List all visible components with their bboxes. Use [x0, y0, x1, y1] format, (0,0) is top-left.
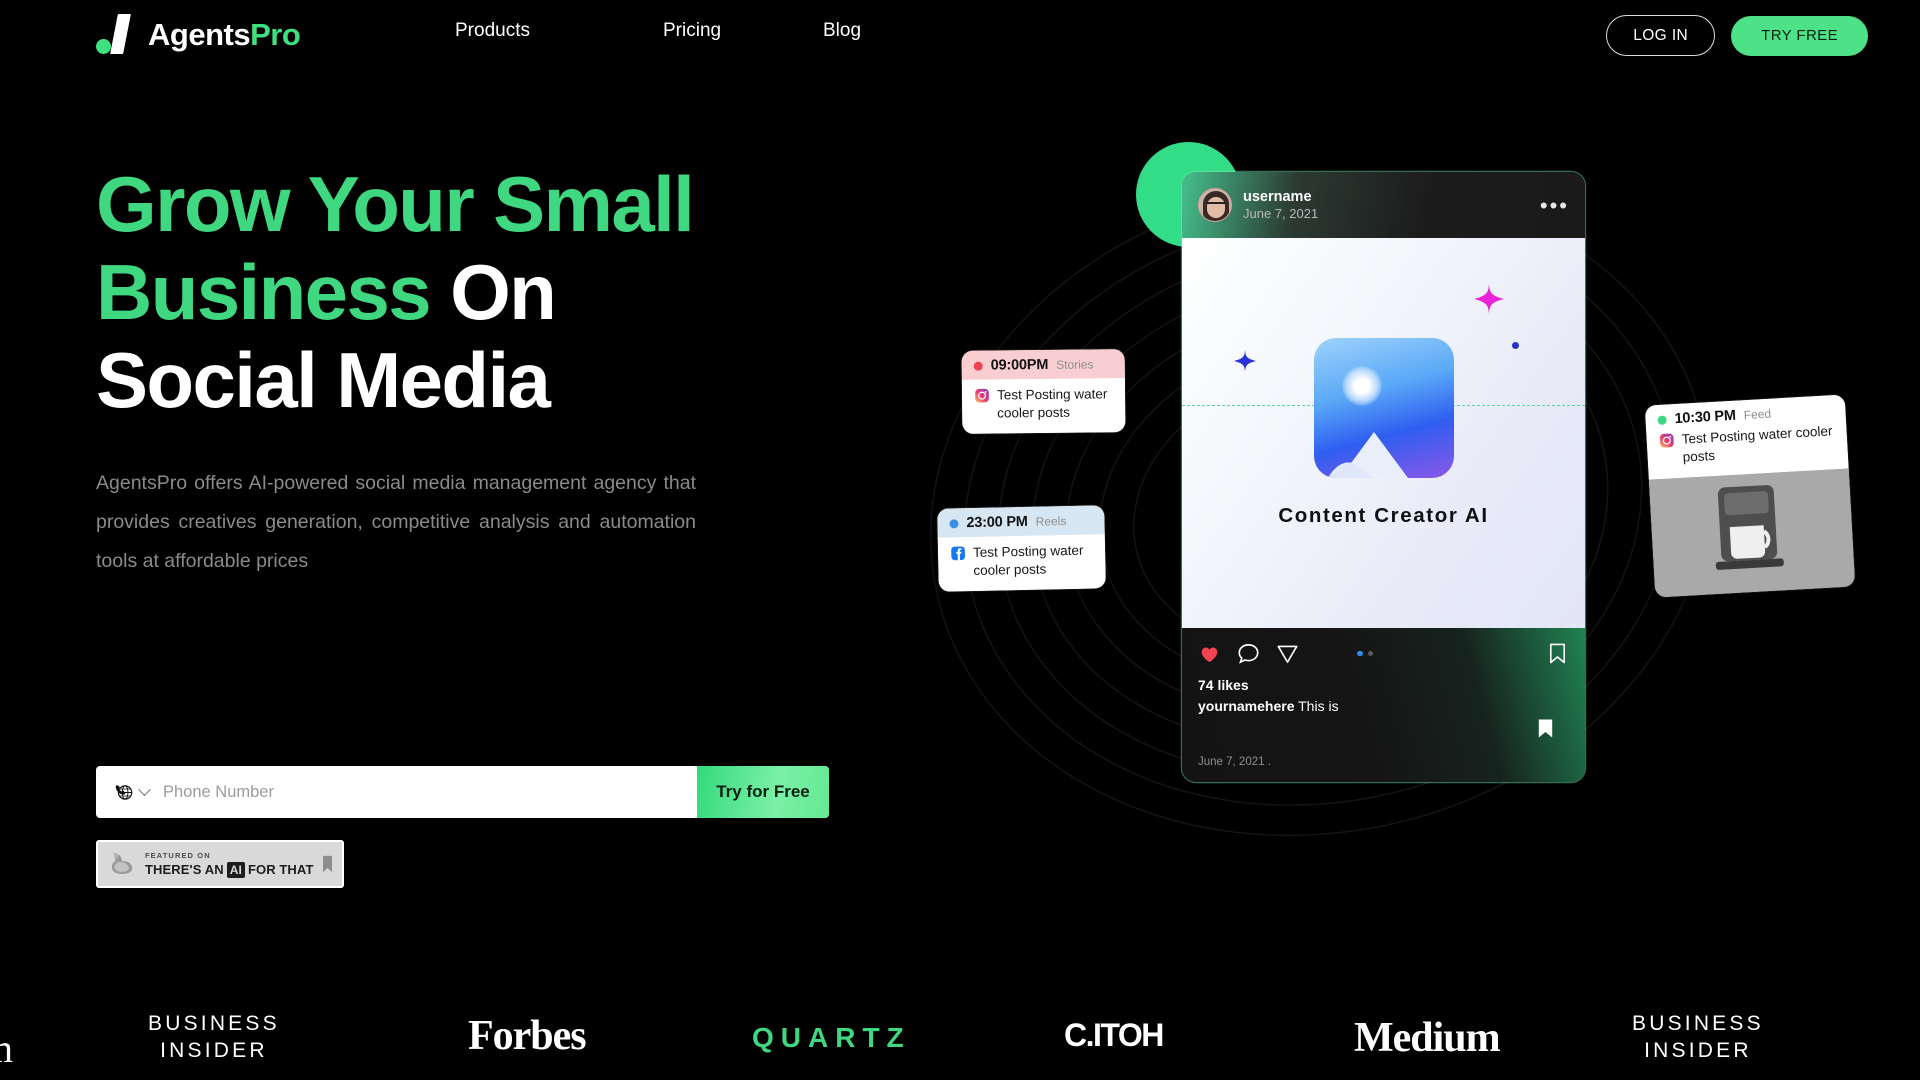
bookmark-filled-icon [1538, 719, 1553, 738]
sparkle-icon-blue [1234, 350, 1256, 372]
hero-illustration: username June 7, 2021 ••• Content Creato… [930, 60, 1920, 890]
post-media: Content Creator AI [1182, 238, 1585, 628]
press-logo-business-insider-2: BUSINESS INSIDER [1632, 1011, 1764, 1064]
brand-name-primary: Agents [148, 16, 251, 52]
schedule-time: 09:00PM [990, 356, 1049, 374]
share-icon[interactable] [1276, 642, 1299, 665]
form-submit-button[interactable]: Try for Free [697, 766, 829, 818]
sparkle-icon-magenta [1474, 284, 1504, 314]
schedule-card-body: Test Posting water cooler posts [937, 534, 1106, 592]
hero-subheading: AgentsPro offers AI-powered social media… [96, 472, 696, 573]
signup-form: Try for Free [96, 766, 829, 818]
site-header: AgentsPro Products Pricing Blog LOG IN T… [0, 0, 1920, 72]
brand-name-accent: Pro [250, 16, 301, 52]
schedule-tag: Stories [1056, 357, 1094, 372]
bookmark-icon[interactable] [1546, 642, 1569, 665]
login-button[interactable]: LOG IN [1606, 15, 1716, 56]
instagram-post-mockup: username June 7, 2021 ••• Content Creato… [1182, 172, 1585, 782]
image-placeholder-icon [1313, 338, 1454, 478]
press-logo-business-insider: BUSINESS INSIDER [148, 1011, 280, 1064]
nav-item-products[interactable]: Products [455, 20, 530, 42]
status-dot-icon [1657, 415, 1667, 425]
press-logo-medium: Medium [1354, 1015, 1501, 1061]
schedule-tag: Feed [1743, 406, 1772, 423]
globe-phone-icon [115, 784, 133, 800]
press-logo-forbes: Forbes [468, 1013, 587, 1059]
flexed-arm-icon [111, 852, 133, 874]
schedule-text: Test Posting water cooler posts [1681, 423, 1833, 465]
featured-badge[interactable]: FEATURED ON THERE'S AN AI FOR THAT [96, 840, 344, 888]
post-timestamp: June 7, 2021 . [1198, 756, 1271, 768]
post-caption-username: yournamehere [1198, 698, 1295, 714]
featured-badge-ai-chip: AI [226, 861, 245, 878]
instagram-icon [1659, 433, 1674, 448]
press-logo-line-2: INSIDER [160, 1038, 268, 1062]
dot-slash-logo-icon [96, 12, 138, 56]
featured-badge-post: FOR THAT [247, 862, 314, 877]
post-media-caption: Content Creator AI [1278, 504, 1489, 527]
featured-badge-top-line: FEATURED ON [145, 850, 211, 860]
post-header: username June 7, 2021 ••• [1182, 172, 1585, 238]
featured-badge-pre: THERE'S AN [145, 862, 224, 877]
schedule-card-header: 09:00PM Stories [961, 349, 1125, 380]
schedule-card-reels[interactable]: 23:00 PM Reels Test Posting water cooler… [937, 505, 1106, 592]
schedule-time: 23:00 PM [966, 513, 1028, 532]
press-logo-strip: m BUSINESS INSIDER Forbes QUARTZ C.ITOH … [0, 962, 1920, 1080]
post-footer: 74 likes yournamehere This is June 7, 20… [1182, 628, 1585, 782]
schedule-card-feed[interactable]: 10:30 PM Feed Test Posting water cooler … [1644, 394, 1856, 598]
schedule-card-photo [1648, 468, 1856, 598]
status-dot-icon [949, 518, 959, 529]
schedule-tag: Reels [1035, 514, 1067, 529]
nav-item-blog[interactable]: Blog [823, 20, 861, 42]
featured-badge-text: FEATURED ON THERE'S AN AI FOR THAT [145, 851, 314, 878]
press-logo-quartz: QUARTZ [752, 1022, 911, 1053]
press-logo-line-1: BUSINESS [148, 1012, 280, 1036]
comment-icon[interactable] [1237, 642, 1260, 665]
hero-content: Grow Your Small Business On Social Media… [96, 160, 856, 581]
landing-page: AgentsPro Products Pricing Blog LOG IN T… [0, 0, 1920, 1080]
country-selector[interactable] [96, 782, 151, 802]
header-actions: LOG IN TRY FREE [1606, 15, 1868, 56]
brand-logo[interactable]: AgentsPro [96, 12, 301, 56]
press-logo-medium-partial: m [0, 1025, 13, 1072]
sparkle-dot-icon [1512, 342, 1519, 349]
schedule-text: Test Posting water cooler posts [996, 386, 1108, 421]
post-user-info: username June 7, 2021 [1243, 188, 1318, 222]
featured-badge-bottom-line: THERE'S AN AI FOR THAT [145, 861, 314, 878]
avatar [1198, 188, 1232, 222]
post-likes-count: 74 likes [1198, 677, 1249, 693]
try-free-button[interactable]: TRY FREE [1731, 15, 1868, 56]
schedule-time: 10:30 PM [1674, 407, 1737, 428]
status-dot-icon [973, 361, 983, 371]
schedule-card-body: Test Posting water cooler posts [961, 378, 1126, 434]
carousel-indicator [1357, 650, 1373, 657]
schedule-card-stories[interactable]: 09:00PM Stories Test Posting water coole… [961, 349, 1126, 434]
coffee-maker-photo [1648, 468, 1856, 598]
page-title: Grow Your Small Business On Social Media [96, 160, 856, 424]
heart-icon[interactable] [1198, 642, 1221, 665]
schedule-text: Test Posting water cooler posts [972, 542, 1084, 578]
post-date: June 7, 2021 [1243, 205, 1319, 221]
more-options-icon[interactable]: ••• [1540, 194, 1569, 216]
nav-item-pricing[interactable]: Pricing [663, 20, 721, 42]
press-logo-line-2: INSIDER [1644, 1038, 1752, 1062]
instagram-icon [975, 388, 989, 403]
facebook-icon [951, 546, 965, 561]
bookmark-icon [323, 855, 332, 873]
mountain-shape [1327, 432, 1408, 478]
post-caption-text: This is [1294, 698, 1339, 714]
phone-number-input[interactable] [149, 782, 697, 802]
post-action-bar [1198, 642, 1569, 665]
brand-name: AgentsPro [148, 16, 301, 52]
schedule-card-header: 23:00 PM Reels [937, 505, 1105, 538]
press-logo-citoh: C.ITOH [1064, 1017, 1164, 1053]
press-logo-line-1: BUSINESS [1632, 1012, 1764, 1036]
headline-green-part: Grow Your Small Business [96, 160, 714, 337]
post-caption: yournamehere This is [1198, 698, 1569, 714]
post-username: username [1243, 188, 1312, 205]
